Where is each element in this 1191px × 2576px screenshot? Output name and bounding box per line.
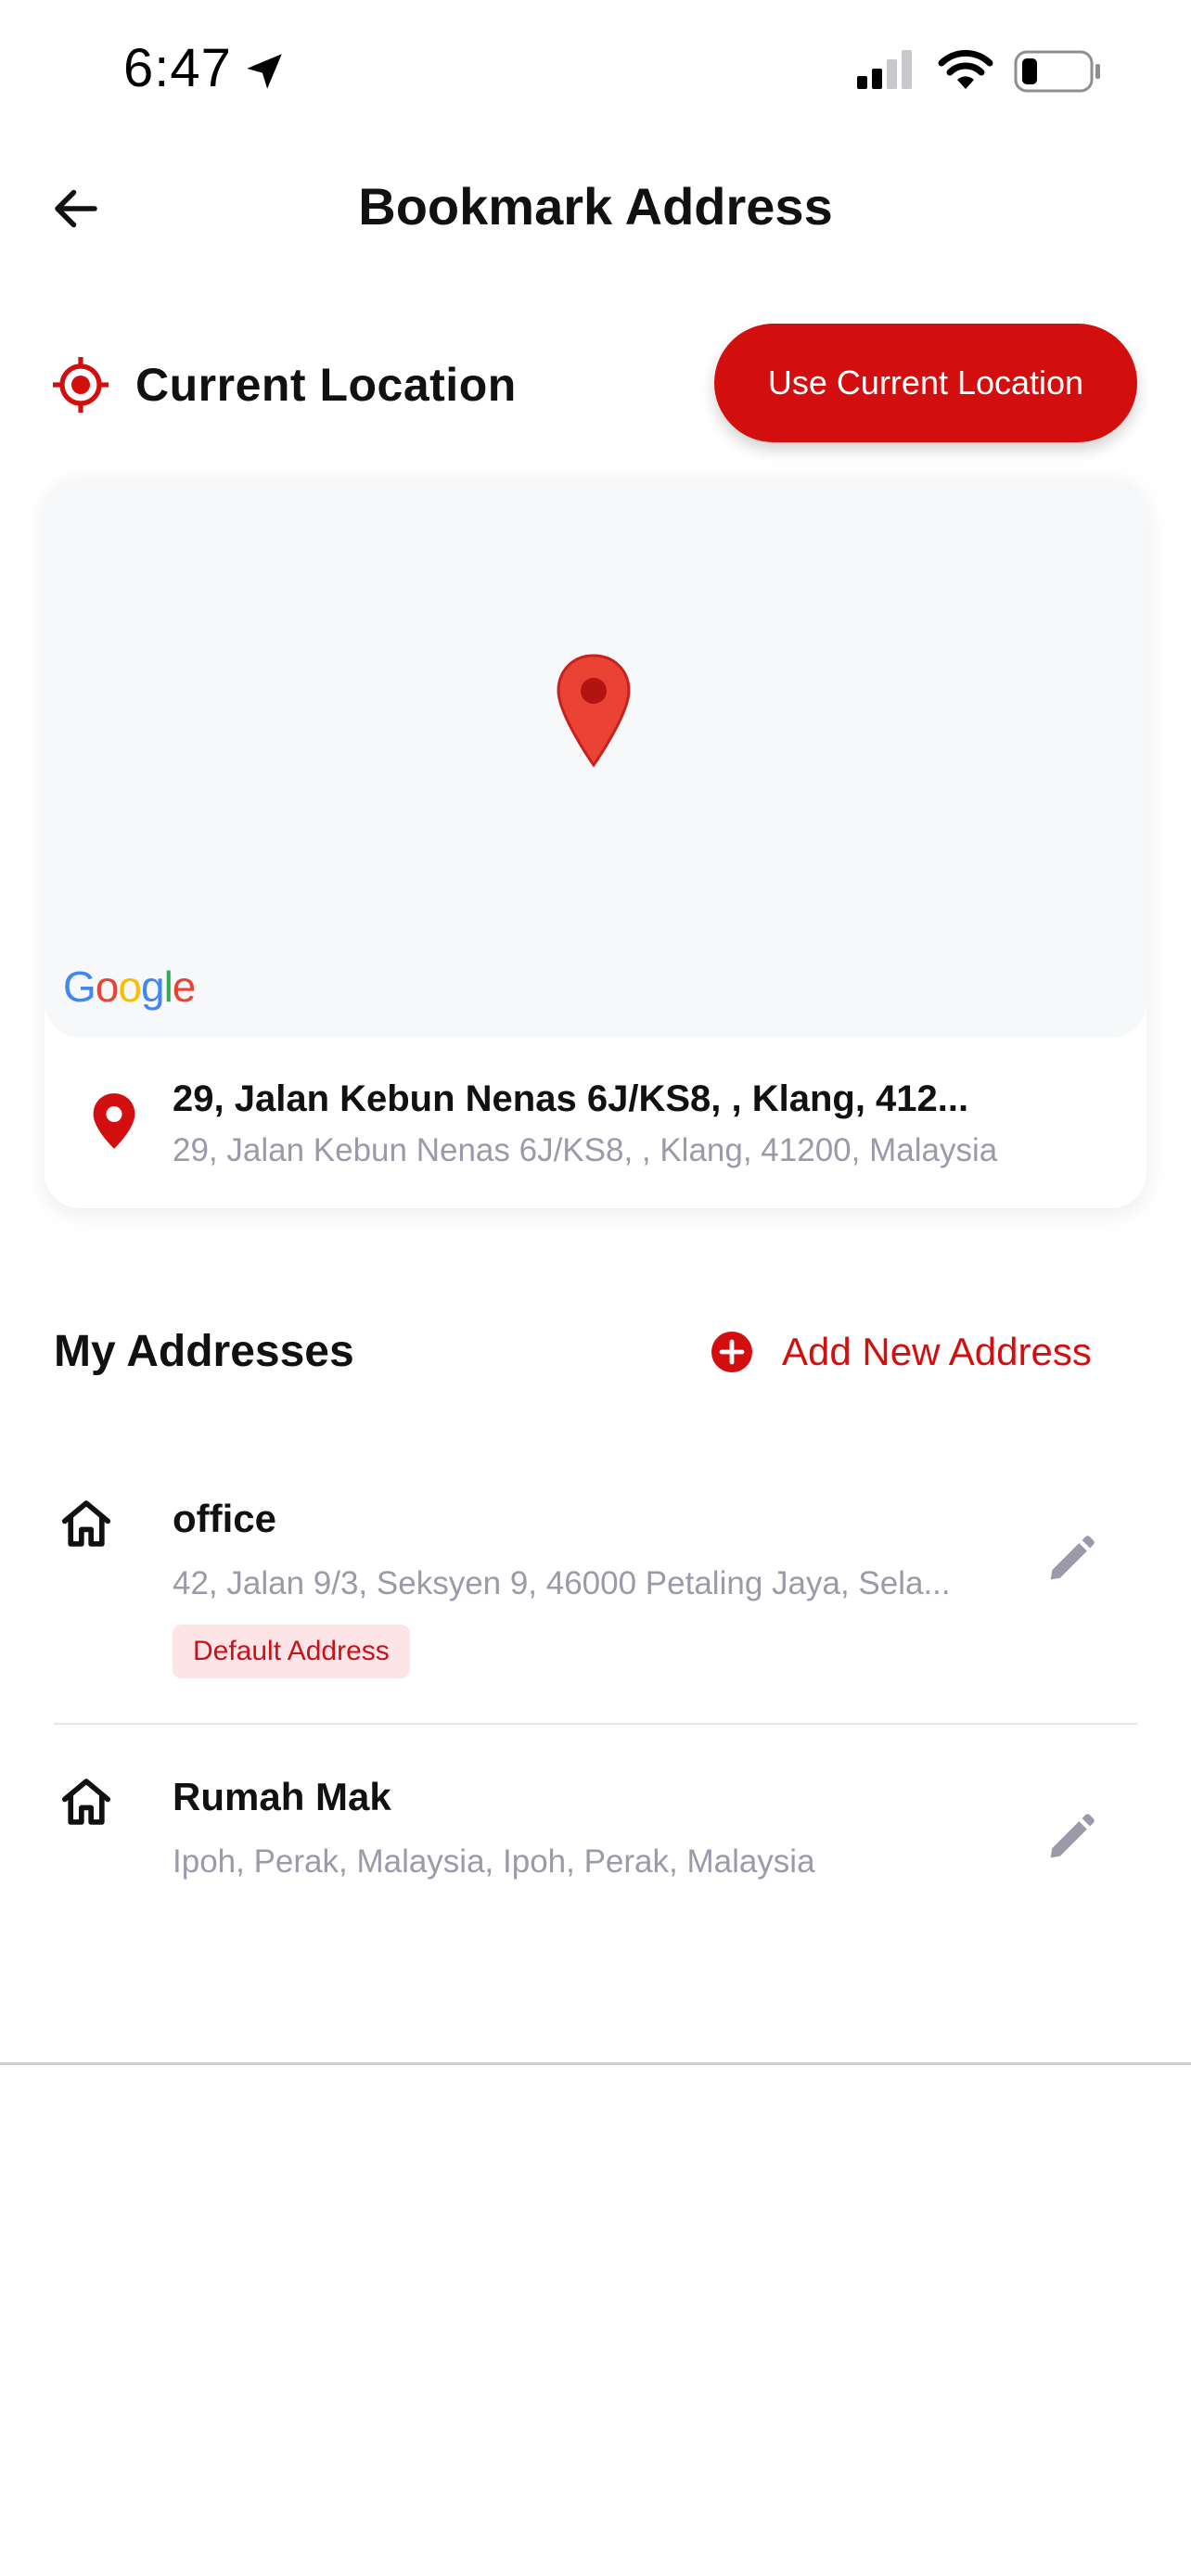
home-icon — [61, 1779, 111, 1825]
map-pin-icon — [557, 654, 631, 768]
home-icon — [61, 1500, 111, 1547]
add-new-address-label: Add New Address — [782, 1330, 1092, 1373]
my-addresses-title: My Addresses — [54, 1327, 354, 1376]
address-text: Ipoh, Perak, Malaysia, Ipoh, Perak, Mala… — [173, 1843, 815, 1880]
map-view[interactable]: Google — [45, 478, 1146, 1038]
target-icon — [53, 357, 109, 413]
selected-address-full: 29, Jalan Kebun Nenas 6J/KS8, , Klang, 4… — [173, 1132, 998, 1168]
address-row-rumah-mak[interactable]: Rumah Mak Ipoh, Perak, Malaysia, Ipoh, P… — [54, 1753, 1137, 1919]
signal-icon — [857, 50, 912, 89]
use-current-location-button[interactable]: Use Current Location — [714, 324, 1137, 442]
status-time: 6:47 — [123, 38, 232, 98]
edit-pencil-icon[interactable] — [1041, 1808, 1100, 1868]
page-title: Bookmark Address — [358, 177, 833, 236]
divider — [54, 1723, 1137, 1725]
selected-address-title: 29, Jalan Kebun Nenas 6J/KS8, , Klang, 4… — [173, 1078, 969, 1119]
location-arrow-icon — [247, 54, 282, 89]
current-location-label: Current Location — [135, 359, 517, 411]
default-address-badge: Default Address — [173, 1625, 410, 1678]
wifi-icon — [938, 49, 993, 89]
edit-pencil-icon[interactable] — [1041, 1530, 1100, 1589]
google-logo: Google — [63, 963, 196, 1011]
battery-icon — [1014, 50, 1100, 93]
address-text: 42, Jalan 9/3, Seksyen 9, 46000 Petaling… — [173, 1565, 951, 1601]
address-name: Rumah Mak — [173, 1775, 391, 1818]
add-new-address-button[interactable]: Add New Address — [710, 1324, 1092, 1380]
plus-circle-icon — [711, 1332, 752, 1372]
map-card: Google 29, Jalan Kebun Nenas 6J/KS8, , K… — [45, 478, 1146, 1208]
address-name: office — [173, 1497, 277, 1540]
bottom-divider — [0, 2062, 1191, 2065]
address-pin-icon — [93, 1093, 135, 1149]
